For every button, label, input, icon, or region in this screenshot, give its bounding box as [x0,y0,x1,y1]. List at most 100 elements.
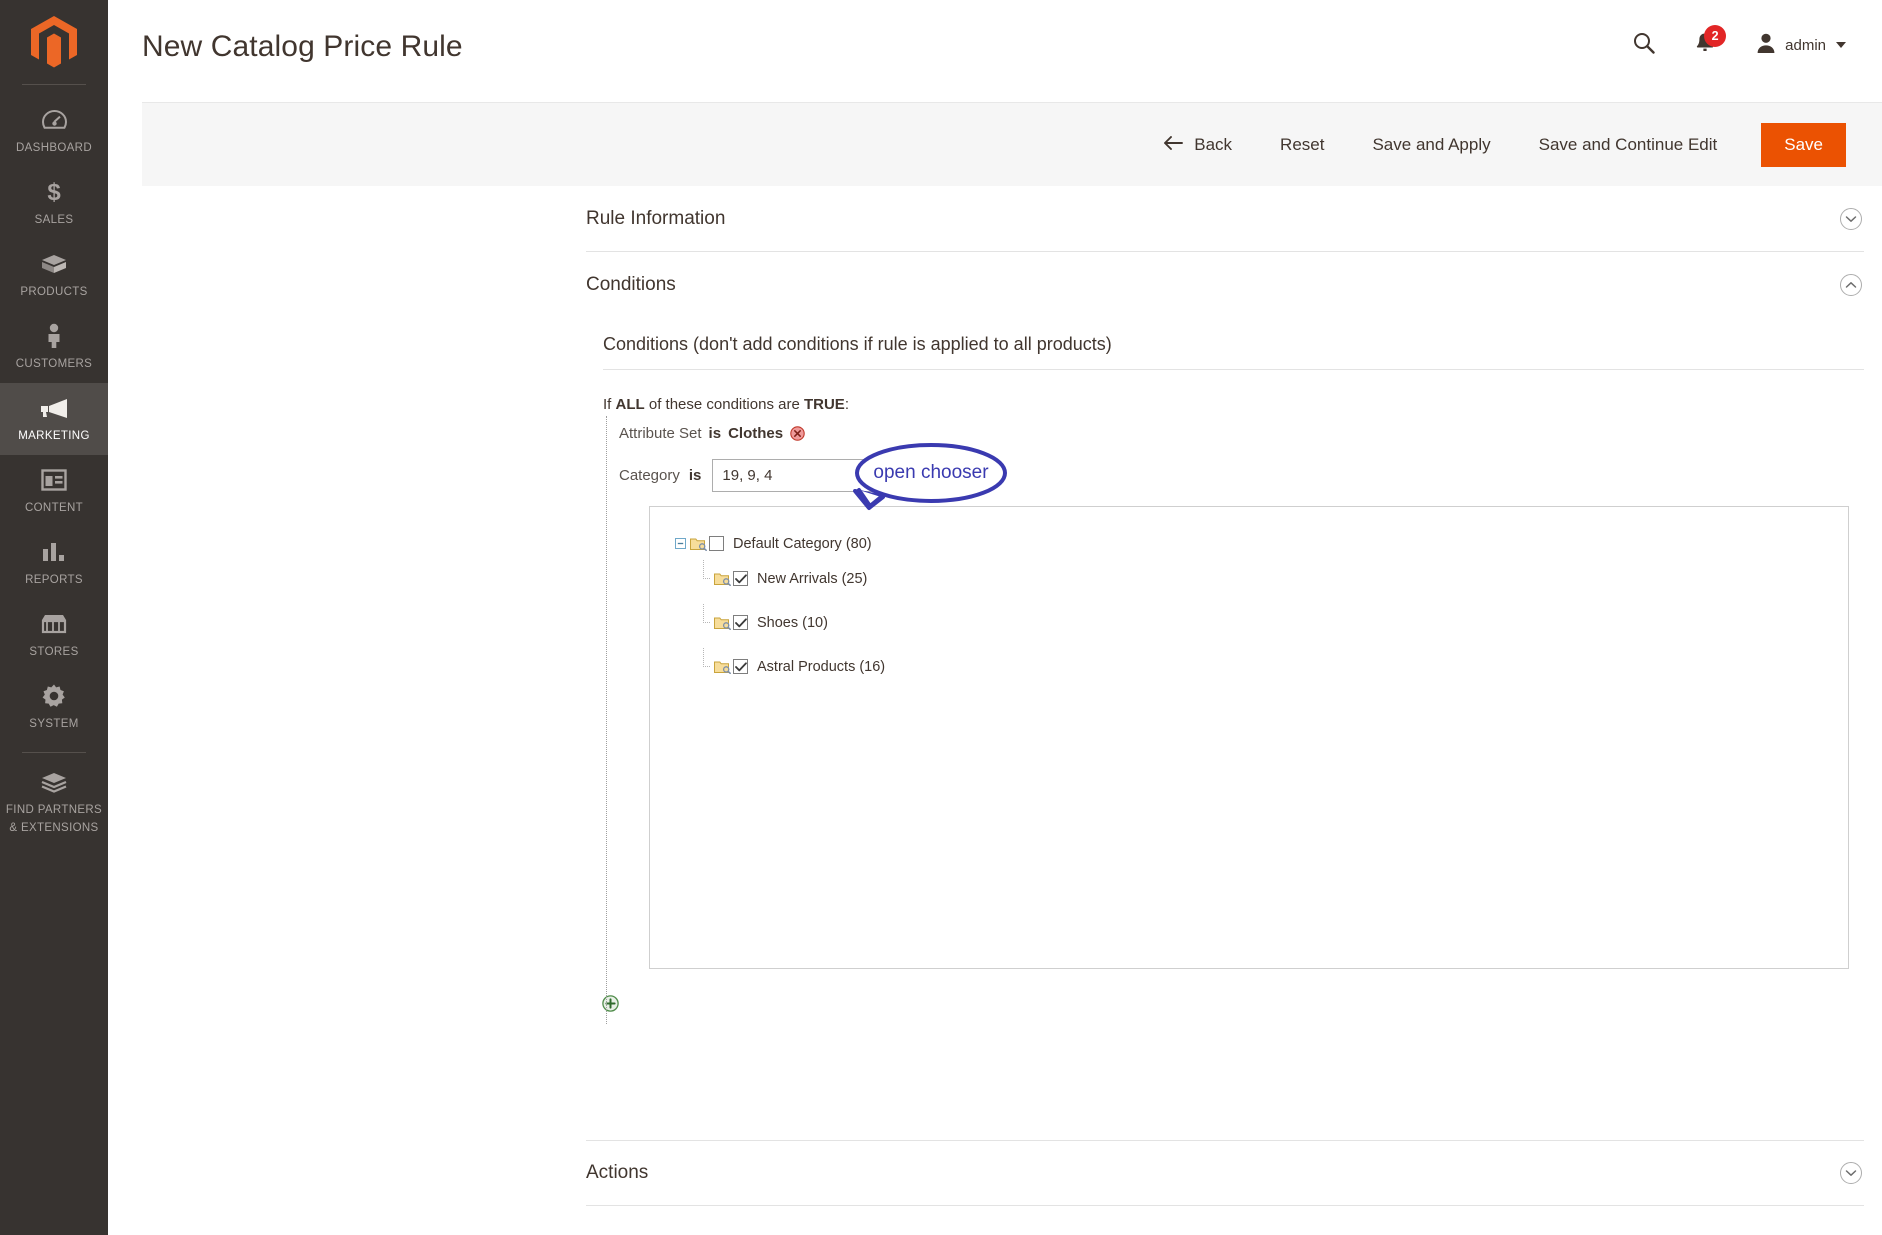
layout-icon [2,467,106,493]
add-condition-button[interactable] [599,995,621,1017]
condition-operator[interactable]: is [689,467,702,484]
folder-icon [714,659,731,674]
section-title: Conditions [586,274,676,295]
tree-checkbox[interactable] [733,659,748,674]
condition-row-attribute-set: Attribute Set is Clothes [619,425,1864,442]
add-circle-icon [601,995,619,1017]
folder-icon [690,536,707,551]
tree-checkbox[interactable] [709,536,724,551]
sidebar-item-marketing[interactable]: MARKETING [0,383,108,455]
condition-row-category: Category is [619,459,1864,492]
sidebar-item-label: CONTENT [24,502,84,514]
save-and-apply-button[interactable]: Save and Apply [1372,135,1490,155]
magento-logo[interactable] [0,0,108,84]
tree-row[interactable]: New Arrivals (25) [650,560,1848,593]
chooser-list-icon[interactable] [893,467,911,484]
sidebar-item-reports[interactable]: REPORTS [0,527,108,599]
sidebar-item-label-line2: & EXTENSIONS [9,822,99,834]
delete-circle-icon[interactable] [790,426,805,441]
action-toolbar: Back Reset Save and Apply Save and Conti… [142,102,1882,186]
sidebar-item-content[interactable]: CONTENT [0,455,108,527]
svg-text:$: $ [47,179,61,205]
section-header-rule-information[interactable]: Rule Information [586,186,1864,252]
sidebar-item-find-partners[interactable]: FIND PARTNERS & EXTENSIONS [0,757,108,847]
notifications-button[interactable]: 2 [1677,25,1733,64]
save-button[interactable]: Save [1761,122,1846,167]
sidebar-item-label-line1: FIND PARTNERS [5,804,103,816]
gear-icon [2,683,106,709]
tree-checkbox[interactable] [733,615,748,630]
search-button[interactable] [1621,26,1667,64]
sidebar-item-label: PRODUCTS [20,286,88,298]
category-tree-panel: Default Category (80) New Arrivals (25) [649,506,1849,969]
sidebar-divider-top [22,84,86,85]
main-content: Rule Information Conditions Conditions (… [108,186,1882,1235]
tree-row[interactable]: Shoes (10) [650,604,1848,637]
save-and-apply-label: Save and Apply [1372,134,1491,154]
save-and-continue-label: Save and Continue Edit [1538,134,1718,154]
sidebar-item-sales[interactable]: $ SALES [0,167,108,239]
sidebar-item-label: CUSTOMERS [15,358,93,370]
folder-icon [714,571,731,586]
section-header-conditions[interactable]: Conditions [586,252,1864,318]
conditions-legend: Conditions (don't add conditions if rule… [603,334,1864,370]
sidebar-item-products[interactable]: PRODUCTS [0,239,108,311]
arrow-left-icon [1163,135,1184,155]
tree-connector [698,648,711,673]
magento-logo-icon [31,16,77,68]
condition-value[interactable]: Clothes [728,425,783,442]
condition-attribute-label[interactable]: Attribute Set [619,425,702,442]
tree-checkbox[interactable] [733,571,748,586]
dollar-icon: $ [2,179,106,205]
partners-icon [2,769,106,795]
sidebar-item-label: FIND PARTNERS & EXTENSIONS [6,804,102,834]
collapse-expander-icon[interactable] [674,537,687,550]
apply-check-icon[interactable] [919,467,936,484]
sidebar-item-label: SYSTEM [29,718,79,730]
delete-circle-icon[interactable] [944,468,960,483]
top-actions: 2 admin [1621,25,1846,64]
tree-row[interactable]: Default Category (80) [650,529,1848,558]
conditions-rail [606,416,607,1024]
person-icon [2,323,106,349]
section-title: Actions [586,1162,649,1183]
megaphone-icon [2,395,106,421]
chevron-up-icon[interactable] [1840,274,1862,296]
truth-value[interactable]: TRUE [804,396,845,413]
sidebar: DASHBOARD $ SALES PRODUCTS CUSTOMERS MAR… [0,0,108,1235]
condition-operator[interactable]: is [709,425,722,442]
sidebar-item-label: DASHBOARD [16,142,92,154]
reset-button[interactable]: Reset [1280,135,1324,155]
top-bar: New Catalog Price Rule 2 admin [108,0,1882,102]
category-value-input[interactable] [712,459,885,492]
tree-row-label: Default Category (80) [733,535,872,552]
tree-row-label: Astral Products (16) [757,658,886,675]
section-title: Rule Information [586,207,726,229]
sidebar-item-system[interactable]: SYSTEM [0,671,108,743]
tree-row[interactable]: Astral Products (16) [650,648,1848,681]
back-button[interactable]: Back [1163,135,1232,155]
section-header-actions[interactable]: Actions [586,1140,1864,1206]
back-button-label: Back [1194,134,1233,154]
dashboard-icon [2,107,106,133]
aggregator-value[interactable]: ALL [616,396,645,413]
sidebar-item-label: REPORTS [25,574,83,586]
tree-row-label: New Arrivals (25) [757,570,868,587]
chevron-down-icon[interactable] [1840,207,1862,230]
user-name: admin [1785,36,1826,54]
condition-attribute-label[interactable]: Category [619,467,680,484]
folder-icon [714,615,731,630]
sidebar-item-customers[interactable]: CUSTOMERS [0,311,108,383]
if-middle: of these conditions are [648,396,800,413]
save-and-continue-edit-button[interactable]: Save and Continue Edit [1539,135,1718,155]
sidebar-item-label: SALES [34,214,74,226]
if-suffix: : [844,396,849,413]
sidebar-item-label: MARKETING [18,430,90,442]
reset-button-label: Reset [1280,134,1325,154]
chevron-down-icon[interactable] [1840,1162,1862,1184]
conditions-body: Conditions (don't add conditions if rule… [601,334,1864,1024]
conditions-if-statement: If ALL of these conditions are TRUE: [603,396,1864,413]
user-menu[interactable]: admin [1755,26,1846,64]
sidebar-item-stores[interactable]: STORES [0,599,108,671]
sidebar-item-dashboard[interactable]: DASHBOARD [0,95,108,167]
